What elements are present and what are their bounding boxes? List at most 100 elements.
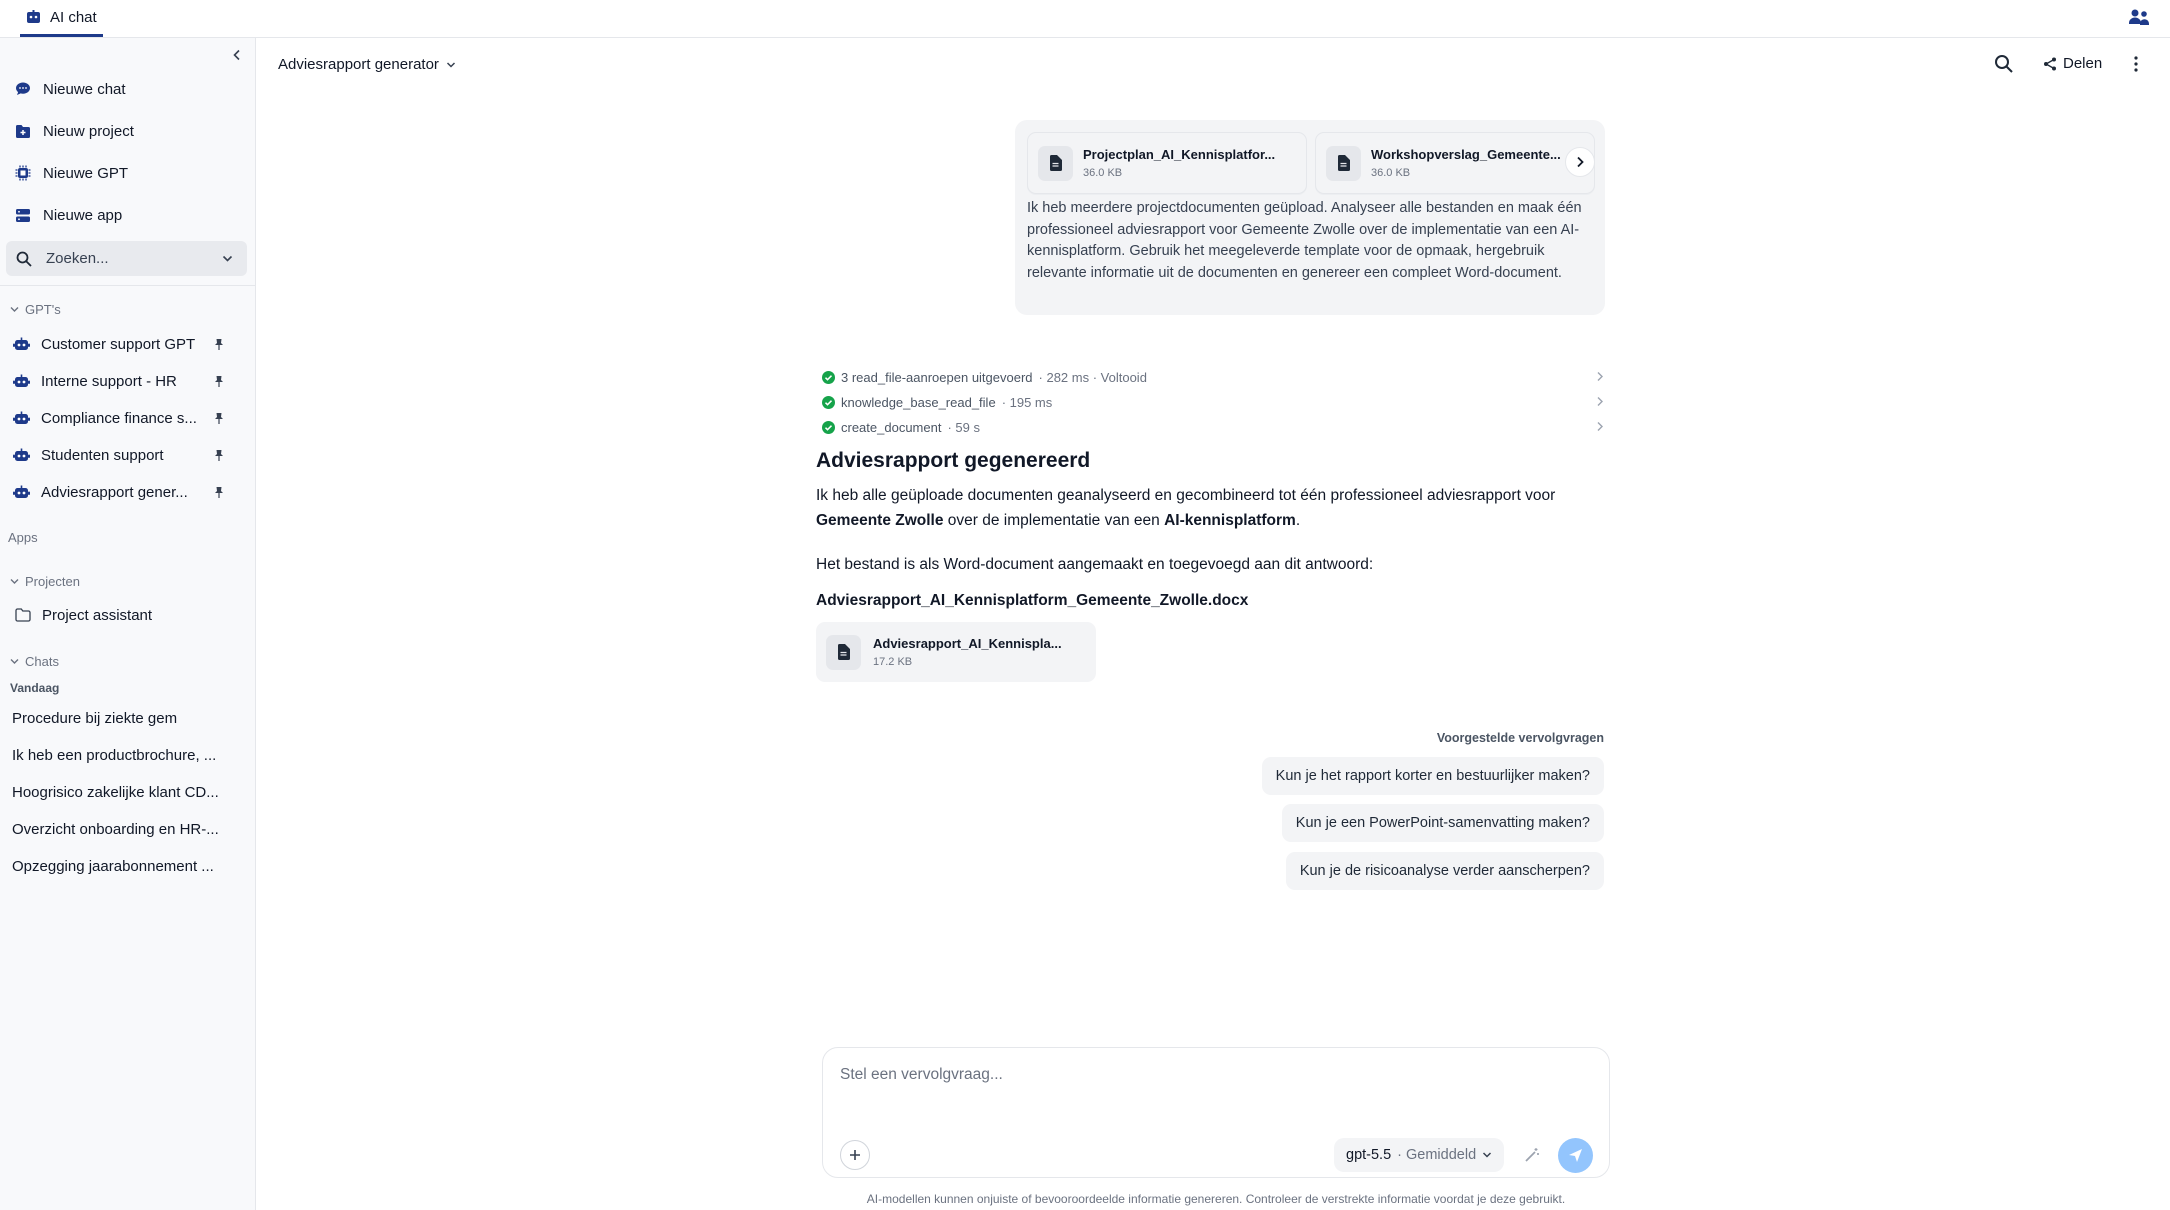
pin-icon[interactable] xyxy=(214,449,224,461)
tool-call-label: knowledge_base_read_file xyxy=(841,394,996,410)
chevron-right-icon xyxy=(1597,422,1603,431)
answer-paragraph: Ik heb alle geüploade documenten geanaly… xyxy=(816,483,1606,533)
sidebar-item-gpt[interactable]: Interne support - HR xyxy=(10,364,246,398)
tool-call-label: create_document xyxy=(841,419,942,435)
chat-title-dropdown[interactable]: Adviesrapport generator xyxy=(278,56,456,73)
tab-ai-chat[interactable]: AI chat xyxy=(20,0,103,37)
nav-label: Nieuwe app xyxy=(43,206,123,224)
sidebar-item-project[interactable]: Project assistant xyxy=(12,598,248,632)
document-name: Adviesrapport_AI_Kennispla... xyxy=(873,636,1062,651)
tool-call-meta: · 59 s xyxy=(947,419,980,435)
sidebar-item-chat[interactable]: Procedure bij ziekte gem xyxy=(12,710,222,727)
document-icon xyxy=(826,634,861,670)
tool-call-row[interactable]: knowledge_base_read_file · 195 ms xyxy=(822,392,1604,412)
attachment-card[interactable]: Projectplan_AI_Kennisplatfor... 36.0 KB xyxy=(1027,132,1307,194)
gpt-label: Adviesrapport gener... xyxy=(41,483,188,501)
users-icon[interactable] xyxy=(2128,8,2150,28)
share-icon xyxy=(2044,57,2056,70)
sidebar-item-chat[interactable]: Hoogrisico zakelijke klant CD... xyxy=(12,784,222,801)
sidebar-item-gpt[interactable]: Adviesrapport gener... xyxy=(10,475,246,509)
chip-icon xyxy=(15,165,31,181)
attachment-card[interactable]: Workshopverslag_Gemeente... 36.0 KB xyxy=(1315,132,1595,194)
model-name: gpt-5.5 xyxy=(1346,1147,1392,1163)
chevron-down-icon[interactable] xyxy=(222,253,233,264)
tab-label: AI chat xyxy=(50,8,97,26)
pin-icon[interactable] xyxy=(214,375,224,387)
section-heading: Chats xyxy=(25,654,59,669)
check-circle-icon xyxy=(822,420,835,434)
new-app-button[interactable]: Nieuwe app xyxy=(10,197,246,233)
sidebar-item-chat[interactable]: Opzegging jaarabonnement ... xyxy=(12,858,222,875)
answer-heading: Adviesrapport gegenereerd xyxy=(816,449,1091,472)
magic-wand-icon xyxy=(1525,1148,1539,1162)
search-icon[interactable] xyxy=(1994,54,2013,73)
new-project-button[interactable]: Nieuw project xyxy=(10,113,246,149)
check-circle-icon xyxy=(822,370,835,384)
pin-icon[interactable] xyxy=(214,486,224,498)
tool-call-row[interactable]: 3 read_file-aanroepen uitgevoerd · 282 m… xyxy=(822,367,1604,387)
apps-section-heading[interactable]: Apps xyxy=(8,530,38,545)
answer-filename: Adviesrapport_AI_Kennisplatform_Gemeente… xyxy=(816,592,1249,609)
server-icon xyxy=(16,208,30,222)
sidebar-item-chat[interactable]: Ik heb een productbrochure, ... xyxy=(12,747,222,764)
sidebar-item-chat[interactable]: Overzicht onboarding en HR-... xyxy=(12,821,222,838)
chat-bubble-icon xyxy=(16,82,30,95)
gpt-label: Customer support GPT xyxy=(41,335,196,353)
answer-bold: AI-kennisplatform xyxy=(1164,512,1296,529)
enhance-prompt-button[interactable] xyxy=(1520,1143,1544,1167)
sidebar-item-gpt[interactable]: Compliance finance s... xyxy=(10,401,246,435)
nav-label: Nieuw project xyxy=(43,122,134,140)
attachment-size: 36.0 KB xyxy=(1371,167,1411,179)
tool-call-label: 3 read_file-aanroepen uitgevoerd xyxy=(841,369,1033,385)
document-size: 17.2 KB xyxy=(873,656,913,668)
send-icon xyxy=(1569,1149,1582,1162)
chats-section-toggle[interactable]: Chats xyxy=(10,654,59,669)
add-attachment-button[interactable] xyxy=(840,1140,870,1170)
divider xyxy=(0,285,256,286)
sidebar-item-gpt[interactable]: Customer support GPT xyxy=(10,327,246,361)
generated-document-card[interactable]: Adviesrapport_AI_Kennispla... 17.2 KB xyxy=(816,622,1096,682)
share-label: Delen xyxy=(2063,55,2103,72)
projects-section-toggle[interactable]: Projecten xyxy=(10,574,80,589)
search-placeholder: Zoeken... xyxy=(46,250,109,267)
composer: gpt-5.5 · Gemiddeld xyxy=(822,1047,1610,1178)
section-heading: GPT's xyxy=(25,302,61,317)
new-gpt-button[interactable]: Nieuwe GPT xyxy=(10,155,246,191)
robot-icon xyxy=(27,10,40,23)
model-selector[interactable]: gpt-5.5 · Gemiddeld xyxy=(1334,1138,1505,1172)
suggestion-chip[interactable]: Kun je het rapport korter en bestuurlijk… xyxy=(1261,757,1604,795)
today-heading: Vandaag xyxy=(10,681,60,695)
message-input[interactable] xyxy=(840,1066,1580,1084)
attachment-size: 36.0 KB xyxy=(1083,167,1123,179)
document-icon xyxy=(1038,145,1073,181)
gpt-label: Compliance finance s... xyxy=(41,409,197,427)
attachment-name: Workshopverslag_Gemeente... xyxy=(1371,147,1561,162)
pin-icon[interactable] xyxy=(214,338,224,350)
tool-call-row[interactable]: create_document · 59 s xyxy=(822,417,1604,437)
gpt-label: Studenten support xyxy=(41,446,164,464)
send-button[interactable] xyxy=(1558,1138,1593,1173)
collapse-sidebar-button[interactable] xyxy=(226,44,248,66)
top-tab-bar: AI chat xyxy=(0,0,2170,38)
check-circle-icon xyxy=(822,395,835,409)
section-heading: Projecten xyxy=(25,574,80,589)
tool-call-meta: · 195 ms xyxy=(1001,394,1053,410)
pin-icon[interactable] xyxy=(214,412,224,424)
gpts-section-toggle[interactable]: GPT's xyxy=(10,302,61,317)
more-vertical-icon[interactable] xyxy=(2132,55,2140,73)
attachments-next-button[interactable] xyxy=(1565,147,1595,177)
share-button[interactable]: Delen xyxy=(2043,55,2102,72)
gpt-label: Interne support - HR xyxy=(41,372,177,390)
chat-title: Adviesrapport generator xyxy=(278,56,439,73)
new-chat-button[interactable]: Nieuwe chat xyxy=(10,71,246,107)
suggestions-label: Voorgestelde vervolgvragen xyxy=(1436,731,1604,745)
chevron-left-icon xyxy=(233,49,240,61)
sidebar-search[interactable]: Zoeken... xyxy=(6,241,247,276)
model-effort: · Gemiddeld xyxy=(1397,1147,1477,1163)
answer-paragraph: Het bestand is als Word-document aangema… xyxy=(816,556,1374,573)
suggestion-chip[interactable]: Kun je een PowerPoint-samenvatting maken… xyxy=(1281,804,1604,842)
robot-icon xyxy=(13,337,30,350)
project-label: Project assistant xyxy=(42,606,153,624)
sidebar-item-gpt[interactable]: Studenten support xyxy=(10,438,246,472)
suggestion-chip[interactable]: Kun je de risicoanalyse verder aanscherp… xyxy=(1285,852,1604,890)
